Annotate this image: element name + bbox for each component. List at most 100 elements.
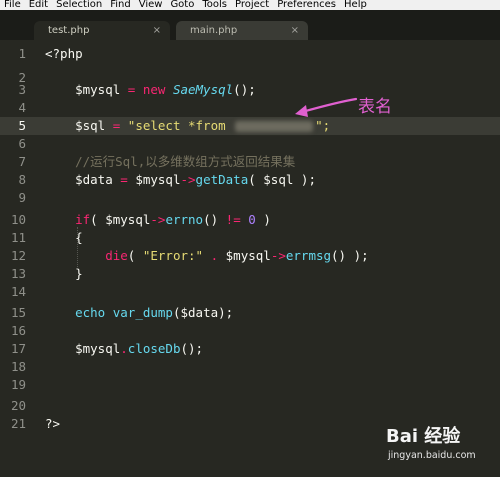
operator: = — [120, 82, 143, 97]
tab-test-php[interactable]: test.php × — [34, 21, 170, 40]
code-line-3: $mysql = new SaeMysql(); — [45, 81, 256, 99]
comment: //运行Sql,以多维数组方式返回结果集 — [75, 154, 296, 169]
watermark: Bai 经验 jingyan.baidu.com — [382, 420, 492, 468]
menu-tools[interactable]: Tools — [198, 0, 231, 10]
method-name: errmsg — [285, 248, 332, 263]
tab-bar: test.php × main.php × — [0, 10, 500, 40]
line-number-gutter: 1 2 3 4 5 6 7 8 9 10 11 12 13 14 15 16 1… — [0, 40, 36, 477]
line-number: 6 — [18, 136, 26, 151]
line-number: 14 — [10, 284, 26, 299]
menu-find[interactable]: Find — [106, 0, 135, 10]
operator: = — [105, 118, 128, 133]
annotation-arrow-icon — [295, 97, 358, 117]
number: 0 — [248, 212, 256, 227]
menu-view[interactable]: View — [135, 0, 167, 10]
tab-label: test.php — [48, 25, 90, 36]
code-line-8: $data = $mysql->getData( $sql ); — [45, 171, 316, 189]
close-icon[interactable]: × — [291, 21, 299, 40]
code-line-13: } — [45, 265, 83, 283]
menu-file[interactable]: File — [0, 0, 25, 10]
string-end: "; — [315, 118, 331, 133]
operator: != — [225, 212, 241, 227]
string-literal: "select *from — [127, 118, 234, 133]
line-number: 10 — [10, 212, 26, 227]
line-number: 17 — [10, 341, 26, 356]
arrow-operator: -> — [150, 212, 166, 227]
class-name: SaeMysql — [172, 82, 234, 97]
line-number: 5 — [18, 118, 26, 133]
code-line-17: $mysql.closeDb(); — [45, 340, 203, 358]
code-line-5: $sql = "select *from "; — [45, 117, 330, 135]
php-close-tag: ?> — [45, 416, 61, 431]
arguments: ($data); — [172, 305, 234, 320]
keyword-if: if — [75, 212, 91, 227]
menu-bar: File Edit Selection Find View Goto Tools Projec… — [0, 0, 500, 10]
menu-selection[interactable]: Selection — [52, 0, 106, 10]
line-number: 18 — [10, 359, 26, 374]
code-line-1: <?php — [45, 45, 83, 63]
punctuation: (); — [180, 341, 204, 356]
line-number: 21 — [10, 416, 26, 431]
menu-goto[interactable]: Goto — [166, 0, 198, 10]
method-name: closeDb — [127, 341, 181, 356]
string-literal: "Error:" — [142, 248, 204, 263]
line-number: 8 — [18, 172, 26, 187]
method-name: errno — [165, 212, 204, 227]
function-echo: echo — [75, 305, 106, 320]
code-line-7-comment: //运行Sql,以多维数组方式返回结果集 — [45, 153, 295, 171]
code-line-21: ?> — [45, 415, 60, 433]
punctuation: () ); — [331, 248, 369, 263]
line-number: 9 — [18, 190, 26, 205]
dot-operator: . — [120, 341, 128, 356]
punctuation: () — [203, 212, 226, 227]
operator: = — [112, 172, 136, 187]
tab-main-php[interactable]: main.php × — [176, 21, 308, 40]
watermark-logo: Bai 经验 — [386, 426, 461, 447]
tab-label: main.php — [190, 25, 238, 36]
code-editor[interactable]: 1 2 3 4 5 6 7 8 9 10 11 12 13 14 15 16 1… — [0, 40, 500, 477]
line-number: 11 — [10, 230, 26, 245]
method-name: getData — [195, 172, 249, 187]
variable: $mysql — [225, 248, 271, 263]
line-number: 12 — [10, 248, 26, 263]
variable: $mysql — [75, 82, 121, 97]
code-line-10: if( $mysql->errno() != 0 ) — [45, 211, 271, 229]
variable: $mysql — [135, 172, 181, 187]
line-number: 19 — [10, 377, 26, 392]
punctuation: ( — [127, 248, 143, 263]
menu-edit[interactable]: Edit — [25, 0, 52, 10]
watermark-url: jingyan.baidu.com — [388, 450, 476, 461]
annotation-label: 表名 — [358, 97, 392, 117]
brace-open: { — [75, 230, 83, 245]
punctuation: ( — [90, 212, 106, 227]
keyword-die: die — [105, 248, 128, 263]
variable: $sql — [75, 118, 106, 133]
php-open-tag: <?php — [45, 46, 83, 61]
line-number: 7 — [18, 154, 26, 169]
keyword-new: new — [142, 82, 166, 97]
close-icon[interactable]: × — [153, 21, 161, 40]
line-number: 4 — [18, 100, 26, 115]
line-number: 20 — [10, 398, 26, 413]
line-number: 13 — [10, 266, 26, 281]
variable: $mysql — [105, 212, 151, 227]
punctuation: (); — [233, 82, 256, 97]
punctuation: ) — [255, 212, 271, 227]
code-line-11: { — [45, 229, 83, 247]
menu-help[interactable]: Help — [340, 0, 371, 10]
line-number: 16 — [10, 323, 26, 338]
arrow-operator: -> — [180, 172, 196, 187]
line-number: 1 — [18, 46, 26, 61]
code-line-15: echo var_dump($data); — [45, 304, 233, 322]
arrow-operator: -> — [270, 248, 286, 263]
line-number: 3 — [18, 82, 26, 97]
variable: $mysql — [75, 341, 121, 356]
brace-close: } — [75, 266, 83, 281]
menu-project[interactable]: Project — [231, 0, 273, 10]
menu-preferences[interactable]: Preferences — [273, 0, 340, 10]
concat-operator: . — [203, 248, 226, 263]
redacted-table-name — [235, 121, 314, 132]
arguments: ( $sql ); — [248, 172, 316, 187]
code-line-12: die( "Error:" . $mysql->errmsg() ); — [45, 247, 369, 265]
